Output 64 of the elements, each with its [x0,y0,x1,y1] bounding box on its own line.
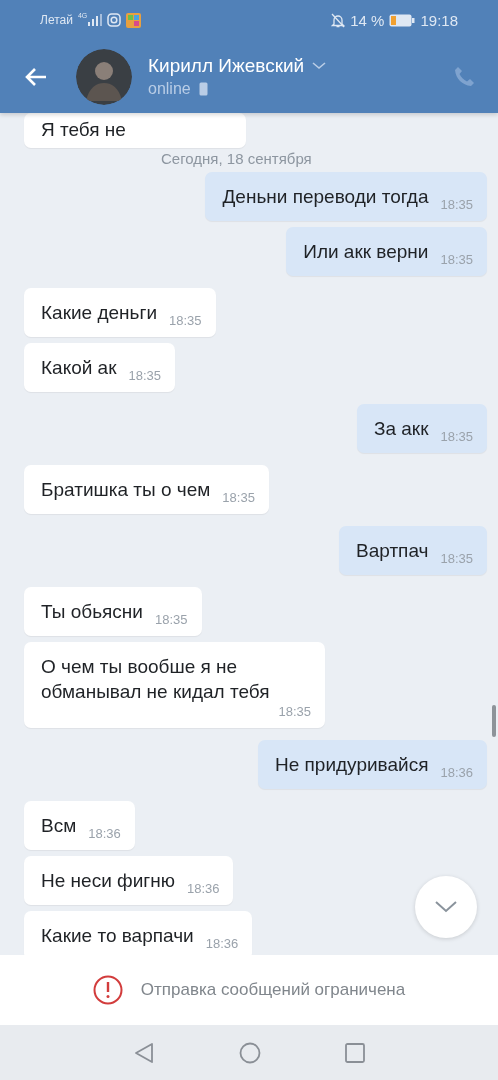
message-bubble[interactable]: Ты обьясни 18:35 [24,587,202,636]
message-text: Деньни переводи тогда [222,185,429,209]
date-label: Сегодня, 18 сентября [161,150,312,167]
message-time: 18:35 [169,313,202,328]
message-bubble[interactable]: Всм 18:36 [24,801,135,850]
message-text: Какие деньги [41,301,157,325]
message-bubble[interactable]: Не неси фигню 18:36 [24,856,234,905]
message-bubble[interactable]: Какой ак 18:35 [24,343,176,392]
phone-icon [452,64,476,89]
message-bubble[interactable]: За акк 18:35 [356,404,487,453]
message-text: Какие то варпачи [41,924,194,948]
message-time: 18:35 [128,368,162,383]
message-text: За акк [373,417,429,441]
message-text: Братишка ты о чем [41,478,211,502]
chevron-down-icon [435,901,457,913]
message-time: 18:35 [440,252,473,267]
message-time: 18:35 [440,197,473,212]
clock-time: 19:18 [420,11,458,29]
message-text: Вартпач [356,539,429,563]
message-time: 18:35 [440,551,473,566]
message-bubble[interactable]: Не придуривайся 18:36 [258,740,487,789]
battery-icon [389,13,416,27]
message-text: Я тебя не [41,118,126,142]
message-time: 18:35 [222,490,255,505]
message-time: 18:35 [440,429,473,444]
message-bubble[interactable]: Братишка ты о чем 18:35 [24,465,269,514]
carrier-name: Летай [40,13,73,27]
message-text: О чем ты вообше я не обманывал не кидал тебя [41,655,271,704]
message-bubble[interactable]: Деньни переводи тогда 18:35 [205,172,487,221]
message-text: Какой ак [41,356,117,380]
message-text: Не неси фигню [41,869,175,893]
message-bubble[interactable]: Я тебя не [24,113,246,148]
back-arrow-icon [24,66,48,87]
recents-nav-icon[interactable] [345,1042,365,1063]
message-bubble[interactable]: Или акк верни 18:35 [286,227,487,276]
scrollbar[interactable] [492,705,496,737]
message-text: Ты обьясни [41,600,143,624]
message-time: 18:35 [154,612,188,627]
message-time: 18:36 [186,881,220,896]
message-time: 18:36 [205,936,239,951]
message-text: Всм [41,814,77,838]
message-bubble[interactable]: Вартпач 18:35 [339,526,487,575]
message-time: 18:35 [278,704,311,719]
signal-icon [88,14,103,26]
contact-name[interactable]: Кирилл Ижевский [148,55,305,77]
message-time: 18:36 [88,826,121,841]
message-time: 18:36 [440,765,473,780]
muted-bell-icon [331,12,346,28]
app-icon [126,12,142,28]
message-bubble[interactable]: Какие деньги 18:35 [24,288,216,337]
home-nav-icon[interactable] [239,1041,261,1064]
message-text: Или акк верни [303,240,429,264]
warning-icon [92,975,123,1005]
avatar[interactable] [76,48,132,105]
battery-percent: 14 % [350,11,385,29]
camera-icon [107,13,122,27]
back-nav-icon[interactable] [133,1041,155,1064]
phone-device-icon [198,82,208,96]
restriction-notice: Отправка сообщений ограничена [140,980,406,1000]
chevron-icon[interactable] [312,62,327,70]
message-text: Не придуривайся [275,753,429,777]
online-status: online [148,80,191,98]
message-bubble[interactable]: Какие то варпачи 18:36 [24,911,253,955]
message-bubble[interactable]: О чем ты вообше я не обманывал не кидал тебя 18:35 [24,642,325,728]
